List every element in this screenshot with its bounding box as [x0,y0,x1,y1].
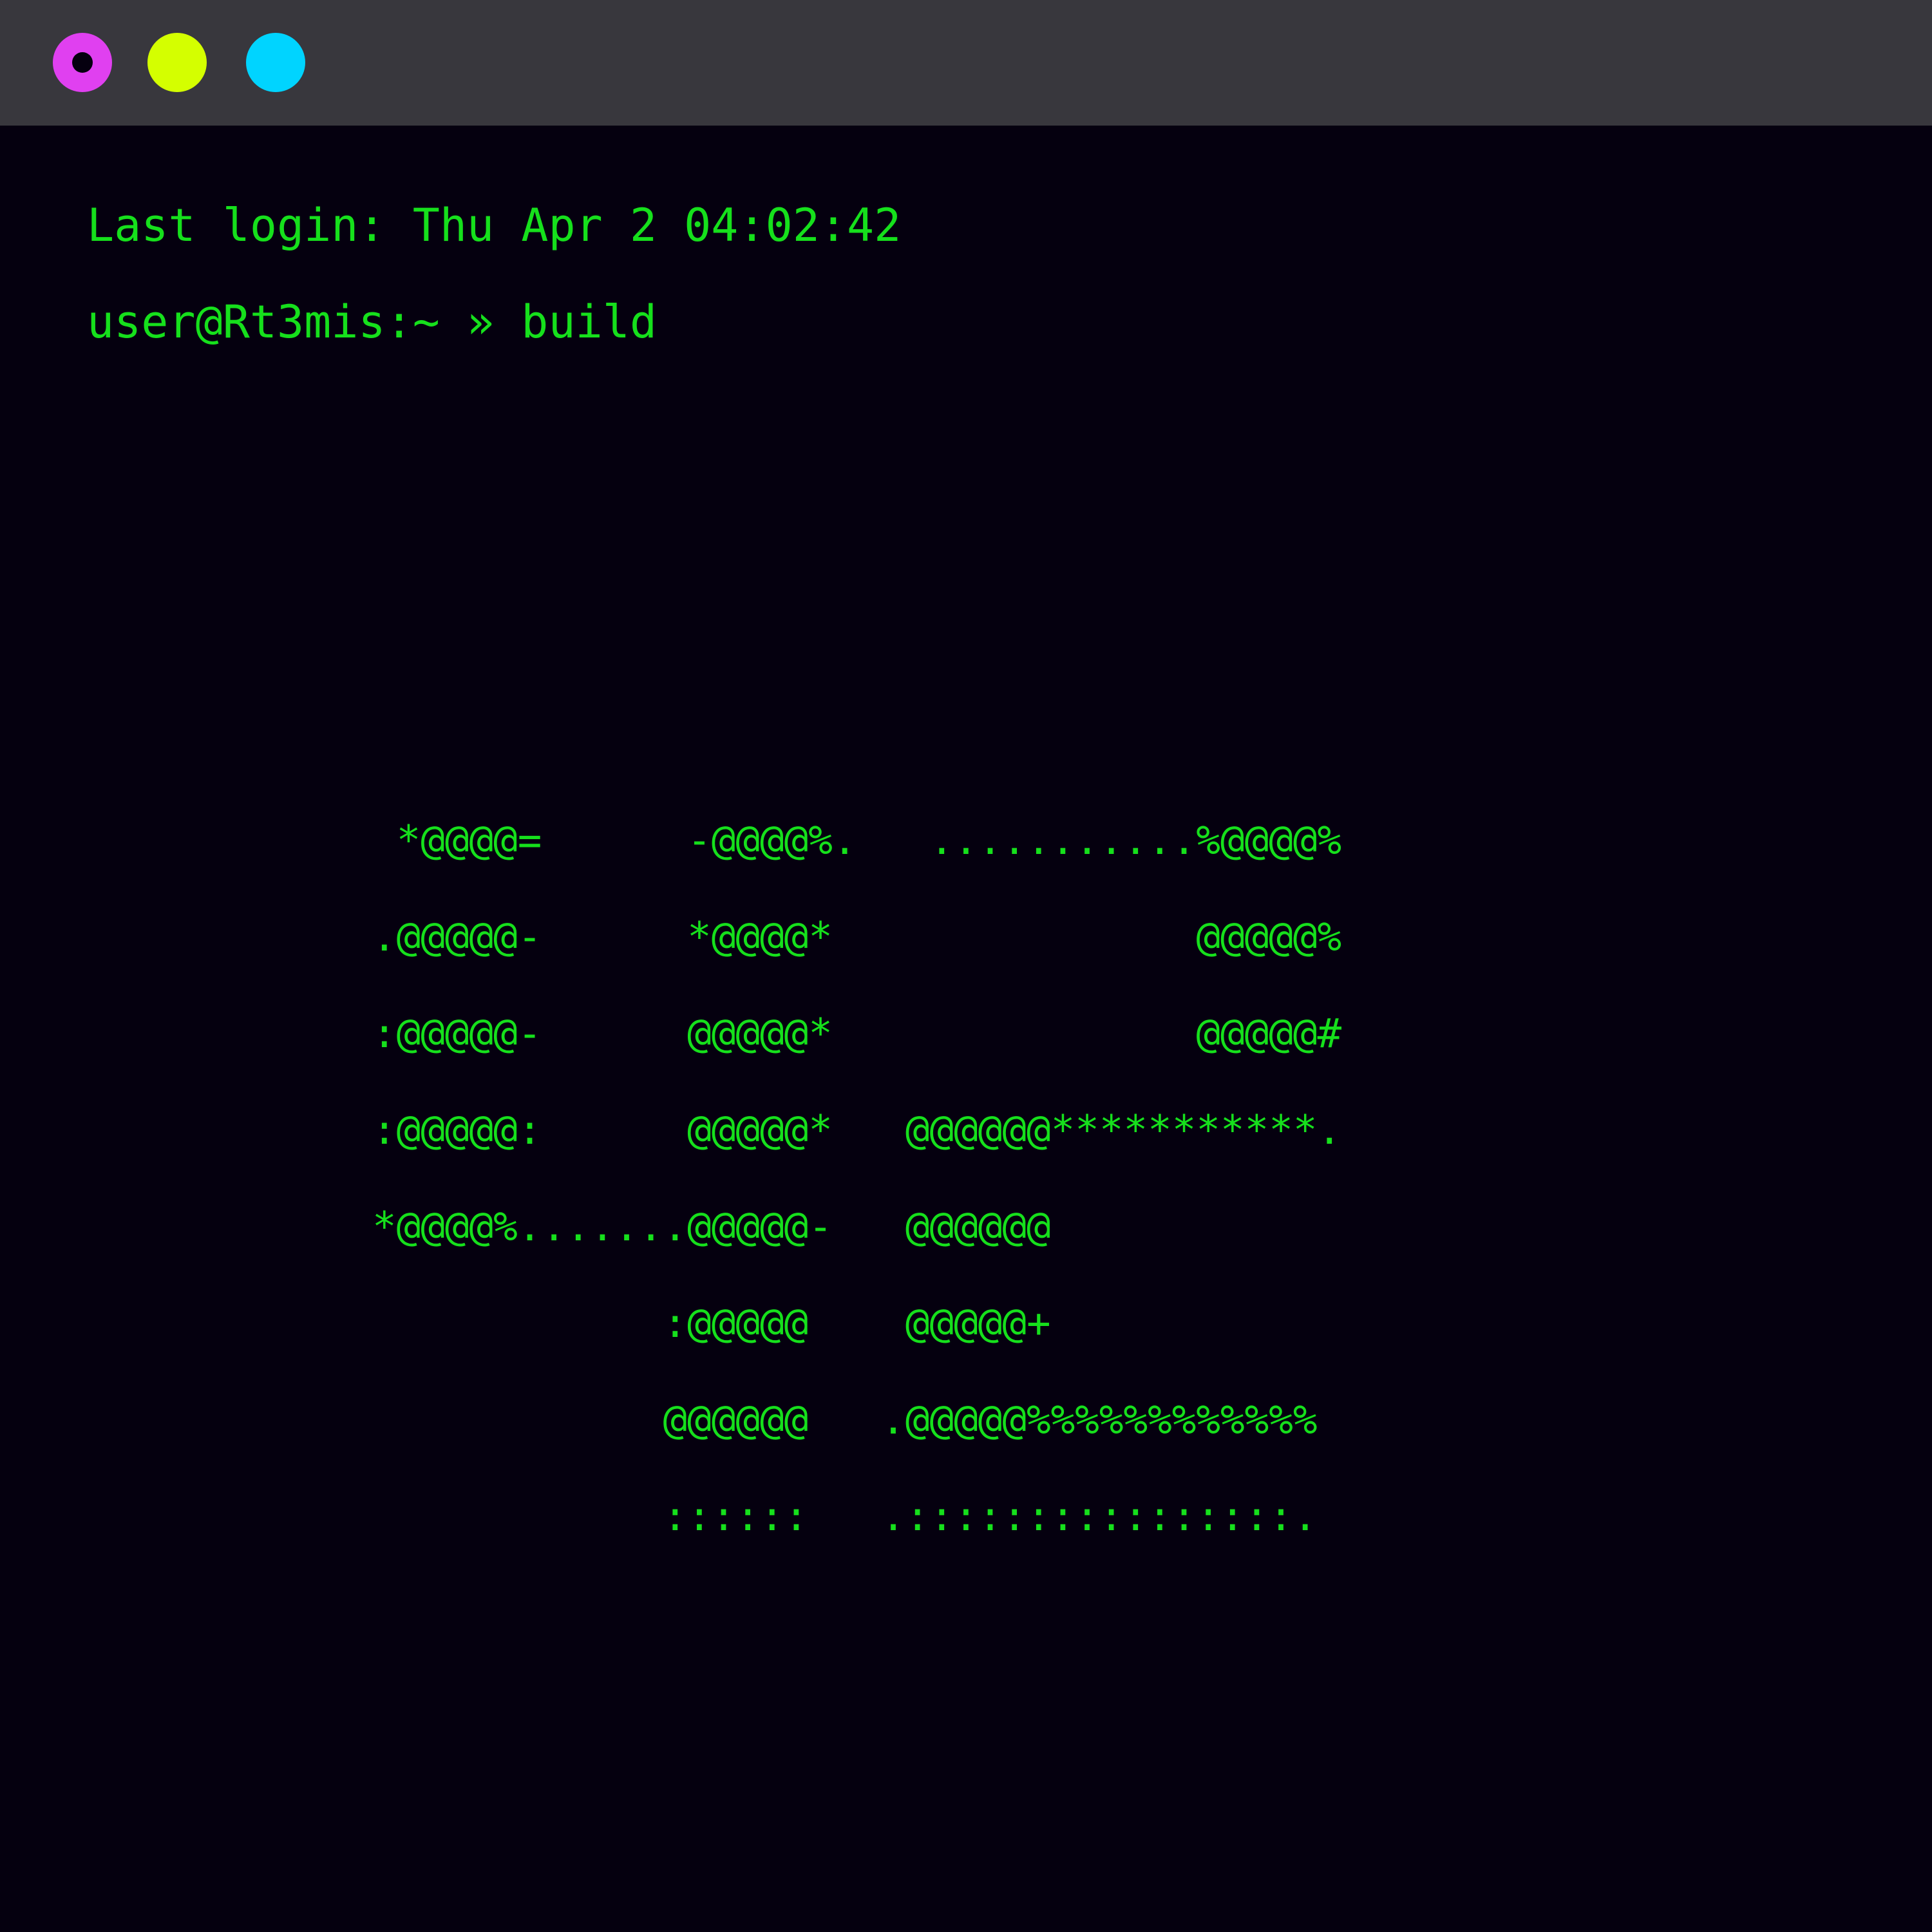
command-prompt-line: user@Rt3mis:~ » build [87,296,658,348]
minimize-button[interactable] [147,33,207,92]
close-icon [72,52,93,73]
maximize-button[interactable] [246,33,305,92]
close-button[interactable] [53,33,112,92]
title-bar[interactable] [0,0,1932,126]
last-login-line: Last login: Thu Apr 2 04:02:42 [87,199,902,252]
ascii-art-line-8: :::::: .::::::::::::::::. [372,1493,1318,1540]
ascii-art-line-1: *@@@@= -@@@@%. ...........%@@@@% [372,817,1342,864]
ascii-art-line-4: :@@@@@: @@@@@* @@@@@@***********. [372,1106,1342,1153]
ascii-art-line-3: :@@@@@- @@@@@* @@@@@# [372,1010,1342,1057]
ascii-art-logo: *@@@@= -@@@@%. ...........%@@@@% .@@@@@-… [372,792,1341,1565]
ascii-art-line-5: *@@@@%.......@@@@@- @@@@@@ [372,1203,1051,1250]
ascii-art-line-7: @@@@@@ .@@@@@%%%%%%%%%%%% [372,1396,1318,1443]
terminal-output[interactable]: Last login: Thu Apr 2 04:02:42 user@Rt3m… [0,126,1932,1932]
terminal-window: Last login: Thu Apr 2 04:02:42 user@Rt3m… [0,0,1932,1932]
ascii-art-line-2: .@@@@@- *@@@@* @@@@@% [372,913,1342,960]
ascii-art-line-6: :@@@@@ @@@@@+ [372,1300,1051,1347]
